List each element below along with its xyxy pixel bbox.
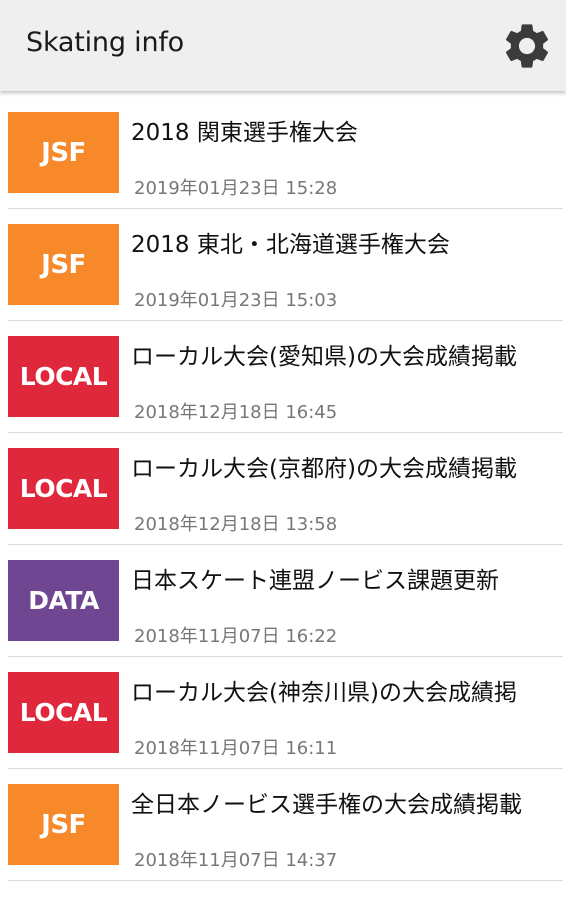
list-item[interactable]: JSF 全日本ノービス選手権の大会成績掲載 2018年11月07日 14:37	[8, 769, 563, 881]
list-item[interactable]: LOCAL ローカル大会(神奈川県)の大会成績掲 2018年11月07日 16:…	[8, 657, 563, 769]
item-date: 2018年12月18日 13:58	[134, 514, 338, 535]
item-date: 2019年01月23日 15:28	[134, 178, 338, 199]
list-item[interactable]: DATA 日本スケート連盟ノービス課題更新 2018年11月07日 16:22	[8, 545, 563, 657]
item-title: 2018 東北・北海道選手権大会	[131, 232, 450, 258]
item-date: 2019年01月23日 15:03	[134, 290, 338, 311]
list-item[interactable]: LOCAL ローカル大会(京都府)の大会成績掲載 2018年12月18日 13:…	[8, 433, 563, 545]
item-title: 2018 関東選手権大会	[131, 120, 358, 146]
category-badge: LOCAL	[8, 336, 119, 417]
category-badge: LOCAL	[8, 448, 119, 529]
category-badge: JSF	[8, 224, 119, 305]
settings-button[interactable]	[500, 19, 554, 73]
item-title: ローカル大会(神奈川県)の大会成績掲	[131, 680, 517, 706]
gear-icon	[505, 24, 549, 68]
list-item[interactable]: JSF 2018 関東選手権大会 2019年01月23日 15:28	[8, 97, 563, 209]
item-title: 日本スケート連盟ノービス課題更新	[131, 568, 499, 594]
app-title: Skating info	[26, 27, 185, 58]
list-item[interactable]: JSF 2018 東北・北海道選手権大会 2019年01月23日 15:03	[8, 209, 563, 321]
item-date: 2018年12月18日 16:45	[134, 402, 338, 423]
news-list[interactable]: JSF 2018 関東選手権大会 2019年01月23日 15:28 JSF 2…	[0, 97, 566, 900]
item-date: 2018年11月07日 14:37	[134, 850, 338, 871]
list-item[interactable]: LOCAL ローカル大会(愛知県)の大会成績掲載 2018年12月18日 16:…	[8, 321, 563, 433]
category-badge: LOCAL	[8, 672, 119, 753]
item-title: 全日本ノービス選手権の大会成績掲載	[131, 792, 522, 818]
item-date: 2018年11月07日 16:22	[134, 626, 338, 647]
category-badge: JSF	[8, 112, 119, 193]
app-bar: Skating info	[0, 0, 566, 91]
category-badge: JSF	[8, 784, 119, 865]
item-title: ローカル大会(愛知県)の大会成績掲載	[131, 344, 517, 370]
item-date: 2018年11月07日 16:11	[134, 738, 338, 759]
category-badge: DATA	[8, 560, 119, 641]
item-title: ローカル大会(京都府)の大会成績掲載	[131, 456, 517, 482]
